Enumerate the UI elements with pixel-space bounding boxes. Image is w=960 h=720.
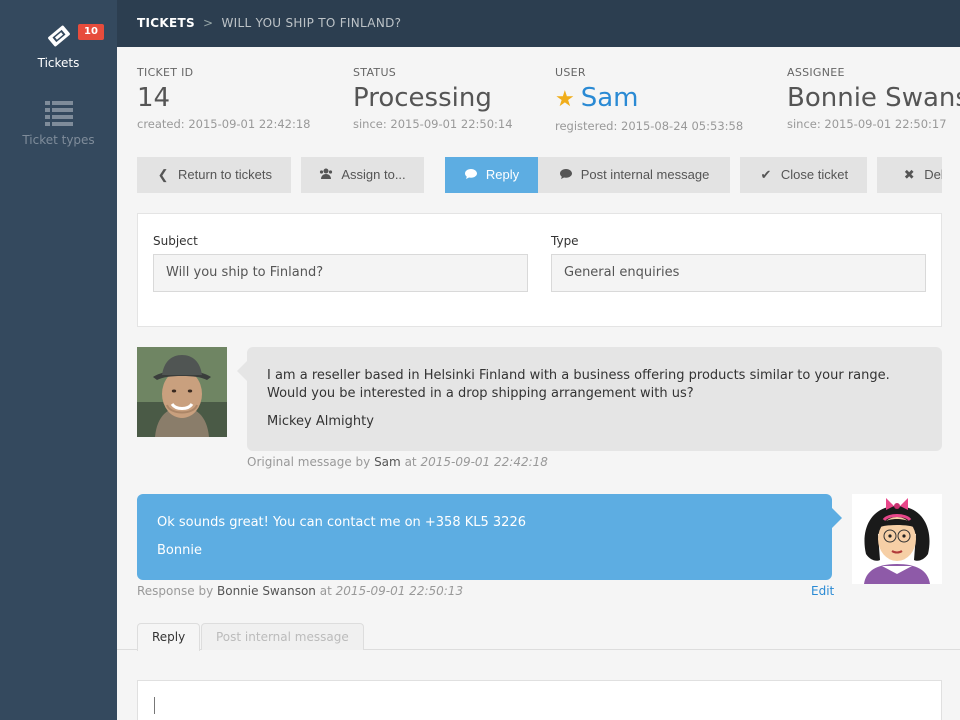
chevron-left-icon: ❮: [157, 167, 169, 182]
message-signature: Mickey Almighty: [267, 414, 374, 429]
ticket-id-label: TICKET ID: [137, 66, 194, 79]
type-select[interactable]: General enquiries: [551, 254, 926, 292]
assignee-label: ASSIGNEE: [787, 66, 845, 79]
subject-label: Subject: [153, 234, 198, 248]
close-ticket-button[interactable]: ✔ Close ticket: [740, 157, 867, 193]
message-text: Ok sounds great! You can contact me on +…: [157, 515, 526, 530]
return-to-tickets-button[interactable]: ❮ Return to tickets: [137, 157, 291, 193]
close-icon: ✖: [903, 167, 915, 182]
type-label: Type: [551, 234, 579, 248]
tab-reply[interactable]: Reply: [137, 623, 201, 651]
ticket-created: created: 2015-09-01 22:42:18: [137, 117, 311, 131]
message-signature: Bonnie: [157, 543, 202, 558]
message-author: Bonnie Swanson: [217, 584, 316, 598]
assignee-value: Bonnie Swanson: [787, 83, 960, 113]
delete-button[interactable]: ✖Delete: [877, 157, 942, 193]
sidebar: 10 Tickets Ticket types: [0, 0, 117, 720]
breadcrumb-tickets-link[interactable]: TICKETS: [137, 16, 195, 30]
avatar: [852, 494, 942, 584]
status-label: STATUS: [353, 66, 397, 79]
assignee-since: since: 2015-09-01 22:50:17: [787, 117, 947, 131]
users-icon: [319, 157, 333, 193]
sidebar-item-label: Ticket types: [22, 133, 95, 147]
tab-post-internal-message[interactable]: Post internal message: [201, 623, 364, 650]
message-bubble-customer: I am a reseller based in Helsinki Finlan…: [237, 347, 942, 451]
list-icon: [44, 101, 73, 126]
message-time: 2015-09-01 22:50:13: [335, 584, 464, 598]
avatar: [137, 347, 227, 437]
delete-button-clip: ✖Delete: [877, 157, 942, 193]
ticket-details-card: Subject Will you ship to Finland? Type G…: [137, 213, 942, 327]
reply-editor[interactable]: [137, 680, 942, 720]
reply-button[interactable]: Reply: [445, 157, 538, 193]
message-time: 2015-09-01 22:42:18: [420, 455, 548, 469]
user-link[interactable]: Sam: [581, 83, 639, 113]
ticket-icon: [47, 25, 70, 47]
breadcrumb-separator: >: [203, 16, 214, 30]
user-block: USER ★ Sam registered: 2015-08-24 05:53:5…: [555, 66, 743, 133]
assignee-block: ASSIGNEE Bonnie Swanson since: 2015-09-0…: [787, 66, 960, 131]
sidebar-item-ticket-types[interactable]: Ticket types: [0, 97, 117, 147]
sidebar-item-label: Tickets: [37, 56, 80, 70]
checkmark-icon: ✔: [760, 167, 772, 182]
message-bubble-agent: Ok sounds great! You can contact me on +…: [137, 494, 842, 580]
speech-bubble-icon: [559, 157, 573, 193]
speech-bubble-icon: [464, 157, 478, 193]
user-registered: registered: 2015-08-24 05:53:58: [555, 119, 744, 133]
breadcrumb-current: WILL YOU SHIP TO FINLAND?: [221, 16, 402, 30]
status-block: STATUS Processing since: 2015-09-01 22:5…: [353, 66, 513, 131]
breadcrumb: TICKETS > WILL YOU SHIP TO FINLAND?: [117, 0, 960, 47]
post-internal-message-button[interactable]: Post internal message: [538, 157, 730, 193]
user-label: USER: [555, 66, 586, 79]
tickets-count-badge: 10: [78, 24, 104, 40]
text-caret: [154, 697, 155, 714]
ticket-id-value: 14: [137, 83, 171, 113]
status-value: Processing: [353, 83, 492, 113]
message-text: I am a reseller based in Helsinki Finlan…: [267, 368, 890, 401]
star-icon: ★: [555, 87, 575, 112]
sidebar-item-tickets[interactable]: 10 Tickets: [0, 20, 117, 70]
ticket-id-block: TICKET ID 14 created: 2015-09-01 22:42:1…: [137, 66, 310, 131]
edit-message-link[interactable]: Edit: [811, 584, 834, 598]
message-author: Sam: [374, 455, 401, 469]
message-meta: Original message by Sam at 2015-09-01 22…: [247, 455, 548, 469]
message-meta: Response by Bonnie Swanson at 2015-09-01…: [137, 584, 464, 598]
subject-field[interactable]: Will you ship to Finland?: [153, 254, 528, 292]
assign-button[interactable]: Assign to...: [301, 157, 424, 193]
status-since: since: 2015-09-01 22:50:14: [353, 117, 513, 131]
